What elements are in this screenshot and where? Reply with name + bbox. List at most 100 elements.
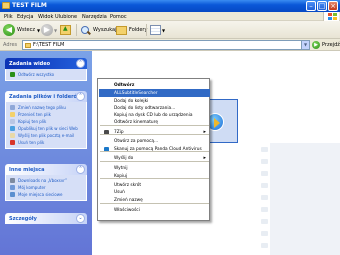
folder-up-button[interactable] [60,23,71,37]
task-label: Downloads na „Vboxsvr” [18,178,68,183]
context-menu-item[interactable]: Wytnij [99,164,210,172]
task-label: Odtwórz wszystko [18,72,55,77]
back-button[interactable]: ◀ Wstecz ▼ [3,23,40,37]
chevron-down-icon[interactable]: ▼ [54,28,57,33]
search-icon [80,25,91,36]
forward-button[interactable]: ▶ ▼ [41,23,57,37]
chevron-down-icon[interactable]: ⌄ [76,214,85,223]
context-menu-label: Właściwości [114,208,140,213]
context-menu-item[interactable]: Usuń [99,188,210,196]
film-watermark [260,143,340,255]
file-tasks-panel: Zadania plików i folderów ⌃ Zmień nazwę … [5,91,87,149]
panel-header[interactable]: Szczegóły ⌄ [5,213,87,224]
maximize-button[interactable]: □ [317,1,327,11]
menu-pomoc[interactable]: Pomoc [110,14,127,20]
minimize-button[interactable]: – [306,1,316,11]
context-menu-item[interactable]: ALLSubtitleSearcher [99,89,210,97]
menu-narzedzia[interactable]: Narzędzia [82,14,107,20]
menu-separator [100,161,209,162]
panel-title: Zadania wideo [9,61,51,67]
views-button[interactable]: ▼ [150,23,165,37]
task-label: Kopiuj ten plik [18,119,47,124]
task-pane: Zadania wideo ⌃ Odtwórz wszystko Zadania… [0,51,92,255]
task-move[interactable]: Przenieś ten plik [6,111,86,118]
task-publish[interactable]: Opublikuj ten plik w sieci Web [6,125,86,132]
menu-separator [100,203,209,204]
go-label: Przejdź [322,42,340,48]
context-menu-label: ALLSubtitleSearcher [114,91,158,96]
menu-edycja[interactable]: Edycja [17,14,34,20]
chevron-up-icon[interactable]: ⌃ [76,59,85,68]
menu-plik[interactable]: Plik [4,14,13,20]
close-button[interactable]: × [328,1,338,11]
window-folder-icon [2,2,10,9]
context-menu-label: Usuń [114,190,125,195]
context-menu-item[interactable]: Otwórz za pomocą... [99,137,210,145]
context-menu-item[interactable]: Właściwości [99,206,210,214]
chevron-down-icon[interactable]: ▼ [301,41,309,49]
search-label: Wyszukaj [93,27,117,33]
task-label: Opublikuj ten plik w sieci Web [18,126,78,131]
menu-separator [100,134,209,135]
toolbar: ◀ Wstecz ▼ ▶ ▼ Wyszukaj Foldery ▼ [0,21,340,39]
search-button[interactable]: Wyszukaj [80,23,116,37]
toolbar-divider [76,24,77,36]
copy-icon [10,119,15,124]
panel-title: Inne miejsca [9,167,45,173]
place-my-computer[interactable]: Mój komputer [6,184,86,191]
menu-bar: Plik Edycja Widok Ulubione Narzędzia Pom… [0,12,340,21]
play-icon [10,72,15,77]
menu-ulubione[interactable]: Ulubione [55,14,77,20]
task-label: Wyślij ten plik pocztą e-mail [18,133,75,138]
mail-icon [10,133,15,138]
panel-body: Downloads na „Vboxsvr” Mój komputer Moje… [5,175,87,201]
rename-icon [10,105,15,110]
explorer-window: TEST FILM – □ × Plik Edycja Widok Ulubio… [0,0,340,255]
task-label: Moje miejsca sieciowe [18,192,63,197]
context-menu: Odtwórz ALLSubtitleSearcher Dodaj do kolej… [97,78,210,221]
back-label: Wstecz [17,27,35,33]
panel-header[interactable]: Zadania plików i folderów ⌃ [5,91,87,102]
window-title: TEST FILM [12,2,47,9]
chevron-up-icon[interactable]: ⌃ [76,92,85,101]
context-menu-item[interactable]: Odtwórz [99,81,210,89]
chevron-down-icon: ▼ [162,27,166,33]
panel-header[interactable]: Zadania wideo ⌃ [5,58,87,69]
address-value: F:\TEST FILM [33,42,65,48]
chevron-down-icon[interactable]: ▼ [37,28,40,33]
task-label: Mój komputer [18,185,46,190]
folders-label: Foldery [129,27,148,33]
menu-widok[interactable]: Widok [38,14,53,20]
globe-icon [10,126,15,131]
computer-icon [10,185,15,190]
folders-button[interactable]: Foldery [116,23,147,37]
context-menu-label: Otwórz za pomocą... [114,139,159,144]
go-button[interactable]: ▶ Przejdź [312,41,340,49]
panel-header[interactable]: Inne miejsca ⌃ [5,164,87,175]
views-icon [150,25,161,35]
place-network[interactable]: Moje miejsca sieciowe [6,191,86,198]
panel-title: Szczegóły [9,216,37,222]
task-copy[interactable]: Kopiuj ten plik [6,118,86,125]
move-icon [10,112,15,117]
media-tasks-panel: Zadania wideo ⌃ Odtwórz wszystko [5,58,87,81]
menu-separator [100,125,209,126]
panel-title: Zadania plików i folderów [9,94,82,100]
task-email[interactable]: Wyślij ten plik pocztą e-mail [6,132,86,139]
task-delete[interactable]: Usuń ten plik [6,139,86,146]
forward-arrow-icon: ▶ [41,24,53,36]
task-rename[interactable]: Zmień nazwę tego pliku [6,104,86,111]
task-label: Usuń ten plik [18,140,45,145]
address-bar: Adres F:\TEST FILM ▼ ▶ Przejdź [0,39,340,51]
chevron-up-icon[interactable]: ⌃ [76,165,85,174]
task-play-all[interactable]: Odtwórz wszystko [6,71,86,78]
folder-icon [25,43,31,48]
address-input[interactable]: F:\TEST FILM ▼ [22,40,310,50]
network-places-icon [10,192,15,197]
back-arrow-icon: ◀ [3,24,15,36]
title-bar[interactable]: TEST FILM – □ × [0,0,340,12]
task-label: Przenieś ten plik [18,112,51,117]
context-menu-label: Wytnij [114,166,128,171]
place-downloads[interactable]: Downloads na „Vboxsvr” [6,177,86,184]
folder-up-icon [60,25,71,35]
